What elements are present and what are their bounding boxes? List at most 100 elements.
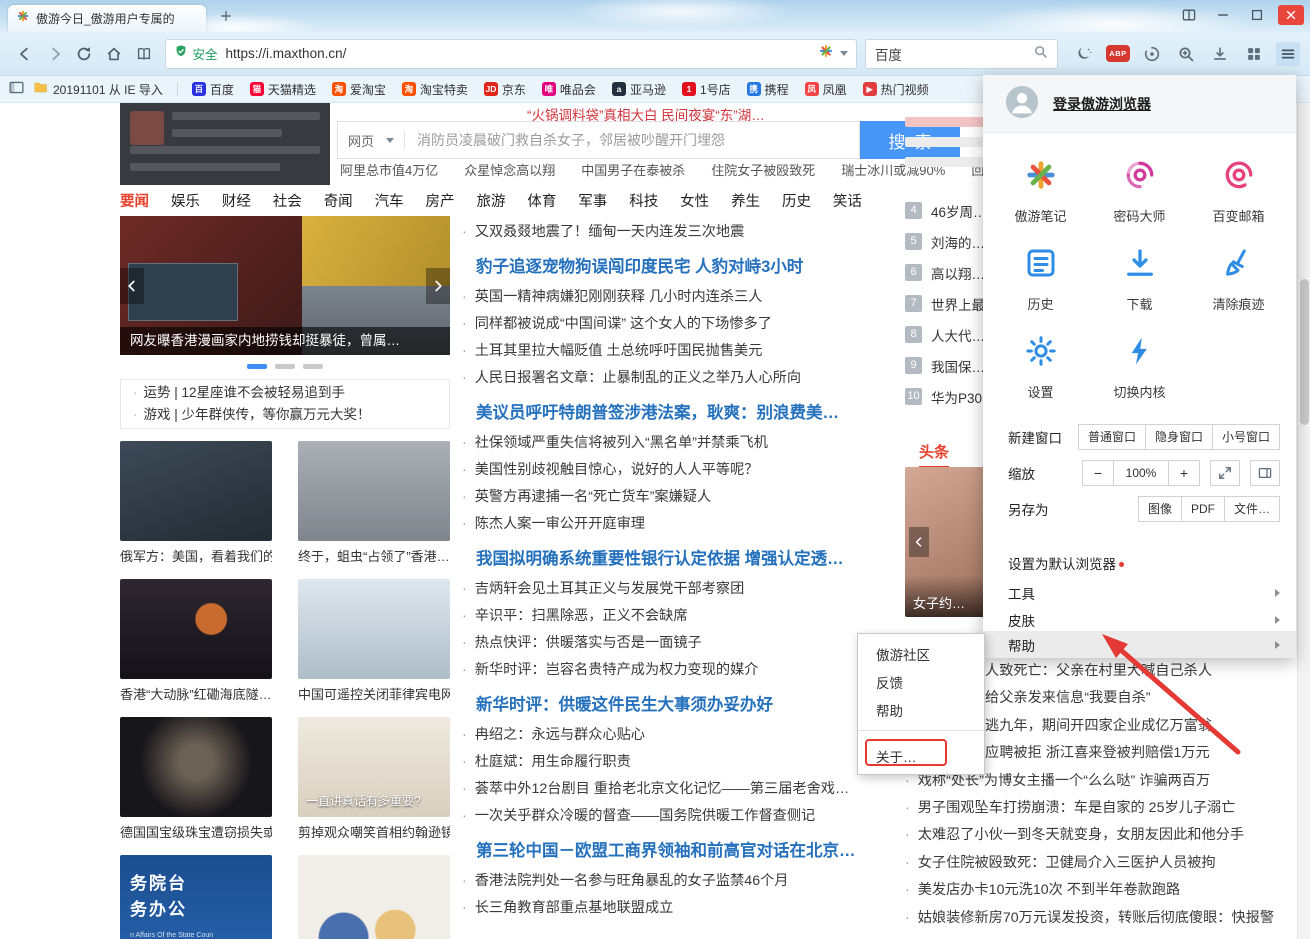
news-headline[interactable]: 太难忍了小伙一到冬天就变身，女朋友因此和他分手: [905, 822, 1296, 849]
home-button[interactable]: [101, 41, 127, 67]
bookmark-item[interactable]: 淘 爱淘宝: [324, 78, 394, 100]
news-headline[interactable]: 第三轮中国－欧盟工商界领袖和前高官对话在北京…: [462, 839, 862, 863]
news-headline[interactable]: 又双叒叕地震了！缅甸一天内连发三次地震: [462, 219, 862, 246]
news-headline[interactable]: 姑娘装修新房70万元误发投资，转账后彻底傻眼：快报警: [905, 905, 1296, 932]
maximize-button[interactable]: [1244, 5, 1270, 25]
scrollbar-thumb[interactable]: [1300, 279, 1309, 425]
split-view-button[interactable]: [1250, 460, 1280, 486]
news-headline[interactable]: 英警方再逮捕一名“死亡货车”案嫌疑人: [462, 484, 862, 511]
news-headline[interactable]: 香港法院判处一名参与旺角暴乱的女子监禁46个月: [462, 868, 862, 895]
photo-news-card[interactable]: 终于，蛆虫“占领了”香港…: [298, 441, 450, 565]
carousel-next-button[interactable]: [426, 268, 450, 304]
category-tab[interactable]: 社会: [273, 188, 302, 213]
category-tab[interactable]: 女性: [680, 188, 709, 213]
news-headline[interactable]: 人民日报署名文章：止暴制乱的正义之举乃人心所向: [462, 365, 862, 392]
category-tab[interactable]: 房产: [426, 188, 455, 213]
news-image-placeholder[interactable]: 务院台务办公n Affairs Of the State Coun: [120, 855, 272, 939]
news-headline[interactable]: 新华时评：供暖这件民生大事须办妥办好: [462, 693, 862, 717]
window-option-button[interactable]: 隐身窗口: [1145, 424, 1213, 450]
hot-search-link[interactable]: 众星悼念高以翔: [464, 160, 555, 179]
news-headline[interactable]: 同样都被说成“中国间谍” 这个女人的下场惨多了: [462, 311, 862, 338]
menu-item-tools[interactable]: 工具: [983, 578, 1296, 608]
collector-star-icon[interactable]: [818, 43, 834, 64]
login-link[interactable]: 登录傲游浏览器: [1053, 94, 1151, 114]
category-tab[interactable]: 汽车: [375, 188, 404, 213]
news-headline[interactable]: 英国一精神病嫌犯刚刚获释 几小时内连杀三人: [462, 284, 862, 311]
downloads-icon[interactable]: [1208, 42, 1232, 66]
menu-downloads[interactable]: 下载: [1090, 245, 1189, 313]
save-as-option-button[interactable]: 图像: [1138, 496, 1182, 522]
bookmark-item[interactable]: 唯 唯品会: [534, 78, 604, 100]
apps-grid-icon[interactable]: [1242, 42, 1266, 66]
carousel-prev-button[interactable]: [120, 268, 144, 304]
forward-button[interactable]: [42, 41, 68, 67]
snap-screenshot-icon[interactable]: [1174, 42, 1198, 66]
night-mode-icon[interactable]: [1072, 42, 1096, 66]
news-headline[interactable]: 男子围观坠车打捞崩溃：车是自家的 25岁儿子溺亡: [905, 795, 1296, 822]
news-carousel[interactable]: 网友曝香港漫画家内地捞钱却挺暴徒，曾属…: [120, 216, 450, 355]
page-scrollbar[interactable]: [1297, 103, 1310, 939]
carousel-dot[interactable]: [303, 364, 323, 369]
photo-news-card[interactable]: 一直讲真话有多重要? 剪掉观众嘲笑首相约翰逊镜…: [298, 717, 450, 841]
main-menu-button[interactable]: [1276, 42, 1300, 66]
bookmark-folder[interactable]: 20191101 从 IE 导入: [33, 80, 163, 98]
category-tab[interactable]: 体育: [527, 188, 556, 213]
news-headline[interactable]: 杜庭斌：用生命履行职责: [462, 749, 862, 776]
news-headline[interactable]: 美发店办卡10元洗10次 不到半年卷款跑路: [905, 877, 1296, 904]
save-as-option-button[interactable]: PDF: [1181, 496, 1225, 522]
submenu-item[interactable]: 帮助: [858, 698, 984, 726]
category-tab[interactable]: 财经: [222, 188, 251, 213]
menu-settings[interactable]: 设置: [991, 333, 1090, 401]
category-tab[interactable]: 历史: [782, 188, 811, 213]
news-headline[interactable]: 美国性别歧视触目惊心，说好的人人平等呢？: [462, 457, 862, 484]
carousel-dot[interactable]: [275, 364, 295, 369]
submenu-item-about[interactable]: 关于…: [876, 746, 917, 766]
carousel-dot[interactable]: [247, 364, 267, 369]
category-tab[interactable]: 要闻: [120, 188, 149, 213]
quick-link[interactable]: 运势 | 12星座谁不会被轻易追到手: [133, 382, 437, 404]
news-image-placeholder[interactable]: [298, 855, 450, 939]
news-headline[interactable]: 新华时评：岂容名贵特产成为权力变现的媒介: [462, 657, 862, 684]
category-tab[interactable]: 军事: [578, 188, 607, 213]
refresh-button[interactable]: [71, 41, 97, 67]
bookmark-item[interactable]: JD 京东: [476, 78, 534, 100]
news-headline[interactable]: 长三角教育部重点基地联盟成立: [462, 895, 862, 922]
minimize-button[interactable]: [1210, 5, 1236, 25]
search-scope-select[interactable]: 网页: [338, 131, 404, 150]
category-tab[interactable]: 旅游: [476, 188, 505, 213]
news-headline[interactable]: 辛识平：扫黑除恶，正义不会缺席: [462, 603, 862, 630]
bookmark-item[interactable]: 百 百度: [184, 78, 242, 100]
photo-news-card[interactable]: 香港“大动脉”红磡海底隧…: [120, 579, 272, 703]
address-bar[interactable]: 安全 https://i.maxthon.cn/: [165, 39, 857, 69]
boost-icon[interactable]: [1140, 42, 1164, 66]
bookmark-item[interactable]: 淘 淘宝特卖: [394, 78, 476, 100]
page-search-input[interactable]: 网页 消防员凌晨破门救自杀女子，邻居被吵醒开门埋怨: [337, 121, 860, 159]
search-icon[interactable]: [1033, 44, 1048, 64]
hot-search-link[interactable]: 中国男子在泰被杀: [581, 160, 685, 179]
news-headline[interactable]: 美议员呼吁特朗普签涉港法案，耿爽：别浪费美…: [462, 401, 862, 425]
fullscreen-button[interactable]: [1210, 460, 1240, 486]
sidebar-toggle-icon[interactable]: [8, 79, 25, 99]
window-option-button[interactable]: 小号窗口: [1212, 424, 1280, 450]
news-headline[interactable]: 热点快评：供暖落实与否是一面镜子: [462, 630, 862, 657]
adblock-icon[interactable]: ABP: [1106, 42, 1130, 66]
category-tab[interactable]: 科技: [629, 188, 658, 213]
category-tab[interactable]: 养生: [731, 188, 760, 213]
zoom-in-button[interactable]: +: [1168, 460, 1200, 486]
bookmark-item[interactable]: 携 携程: [739, 78, 797, 100]
photo-news-card[interactable]: 俄军方：美国，看着我们的…: [120, 441, 272, 565]
new-tab-button[interactable]: [216, 8, 236, 28]
menu-maxnote[interactable]: 傲游笔记: [991, 157, 1090, 225]
quick-link[interactable]: 游戏 | 少年群侠传，等你赢万元大奖！: [133, 404, 437, 426]
tile-windows-button[interactable]: [1176, 5, 1202, 25]
news-headline[interactable]: 一次关乎群众冷暖的督查——国务院供暖工作督查侧记: [462, 803, 862, 830]
category-tab[interactable]: 笑话: [833, 188, 862, 213]
menu-item-set-default-browser[interactable]: 设置为默认浏览器: [983, 548, 1296, 578]
browser-tab[interactable]: 傲游今日_傲游用户专属的: [8, 5, 206, 32]
photo-news-card[interactable]: 中国可遥控关闭菲律宾电网…: [298, 579, 450, 703]
carousel-caption[interactable]: 网友曝香港漫画家内地捞钱却挺暴徒，曾属…: [120, 327, 450, 355]
bookmark-item[interactable]: 1 1号店: [674, 78, 739, 100]
category-tab[interactable]: 奇闻: [324, 188, 353, 213]
zoom-out-button[interactable]: −: [1082, 460, 1114, 486]
reader-mode-icon[interactable]: [131, 41, 157, 67]
